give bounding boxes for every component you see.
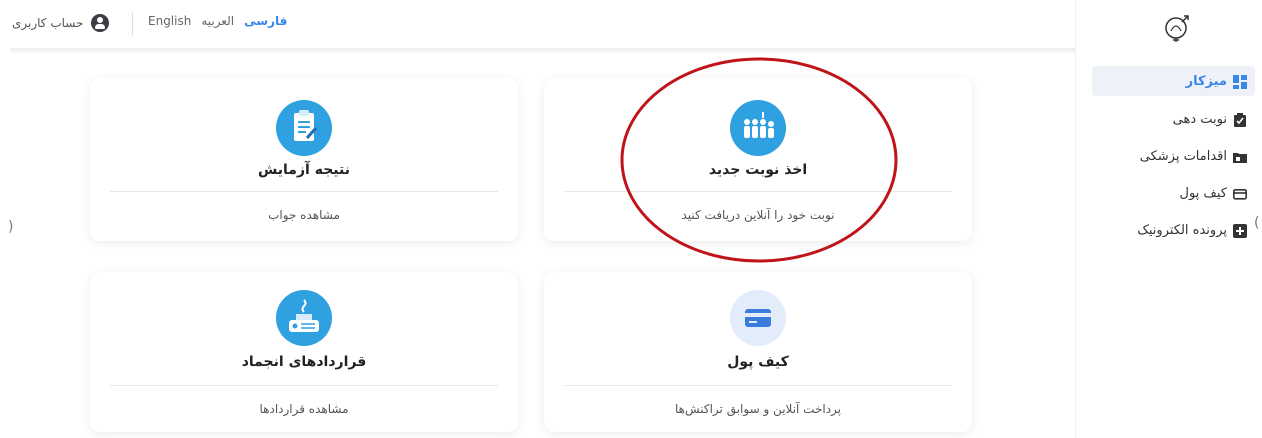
- card-title: اخذ نوبت جدید: [708, 162, 808, 178]
- language-switcher: English العربیه فارسی: [148, 14, 287, 28]
- sidebar-item-wallet[interactable]: کیف پول: [1092, 178, 1255, 208]
- lang-persian[interactable]: فارسی: [244, 14, 287, 28]
- card-divider: [564, 385, 952, 386]
- card-subtitle: پرداخت آنلاین و سوابق تراکنش‌ها: [674, 402, 842, 416]
- sidebar-item-appointments[interactable]: نوبت دهی: [1092, 104, 1255, 134]
- user-account-icon: [91, 14, 110, 32]
- lang-arabic[interactable]: العربیه: [201, 14, 234, 28]
- top-bar: حساب کاربری English العربیه فارسی: [0, 0, 1075, 50]
- left-edge-mark: ): [8, 219, 14, 235]
- queue-people-icon: [730, 100, 786, 156]
- medical-folder-icon: [1233, 149, 1247, 163]
- sidebar-item-label: نوبت دهی: [1172, 111, 1227, 127]
- dashboard-icon: [1233, 74, 1247, 89]
- card-title: نتیجه آزمایش: [258, 162, 350, 178]
- sidebar-item-label: اقدامات پزشکی: [1139, 148, 1227, 164]
- card-divider: [110, 385, 498, 386]
- sidebar-item-medical-actions[interactable]: اقدامات پزشکی: [1092, 141, 1255, 171]
- card-test-result[interactable]: نتیجه آزمایش مشاهده جواب: [90, 78, 518, 241]
- user-account-button[interactable]: حساب کاربری: [12, 12, 110, 34]
- topbar-divider: [132, 12, 133, 36]
- sidebar-item-label: پرونده الکترونیک: [1137, 222, 1227, 238]
- plus-box-icon: [1233, 223, 1247, 238]
- credit-card-icon: [1233, 186, 1247, 200]
- card-title: قراردادهای انجماد: [241, 354, 367, 370]
- card-wallet[interactable]: کیف پول پرداخت آنلاین و سوابق تراکنش‌ها: [544, 272, 972, 432]
- clipboard-check-icon: [1233, 112, 1247, 127]
- freeze-device-icon: [276, 290, 332, 346]
- clinic-logo-icon: [1165, 15, 1189, 42]
- sidebar: میزکار نوبت دهی اقدامات پزشکی کیف پول پر…: [1075, 0, 1262, 438]
- user-account-label: حساب کاربری: [12, 16, 84, 30]
- sidebar-item-label: میزکار: [1185, 73, 1227, 89]
- wallet-card-icon: [730, 290, 786, 346]
- card-subtitle: مشاهده جواب: [268, 208, 340, 222]
- topbar-shadow: [10, 48, 1075, 54]
- card-divider: [564, 191, 952, 192]
- lab-report-icon: [276, 100, 332, 156]
- sidebar-item-electronic-file[interactable]: پرونده الکترونیک: [1092, 215, 1255, 245]
- card-freeze-contracts[interactable]: قراردادهای انجماد مشاهده قراردادها: [90, 272, 518, 432]
- sidebar-item-label: کیف پول: [1179, 185, 1227, 201]
- card-title: کیف پول: [727, 354, 789, 370]
- sidebar-item-dashboard[interactable]: میزکار: [1092, 66, 1255, 96]
- card-subtitle: نوبت خود را آنلاین دریافت کنید: [681, 208, 835, 222]
- card-subtitle: مشاهده قراردادها: [259, 402, 349, 416]
- card-new-appointment[interactable]: اخذ نوبت جدید نوبت خود را آنلاین دریافت …: [544, 78, 972, 241]
- card-divider: [110, 191, 498, 192]
- right-edge-mark: (: [1254, 215, 1260, 231]
- lang-english[interactable]: English: [148, 14, 191, 28]
